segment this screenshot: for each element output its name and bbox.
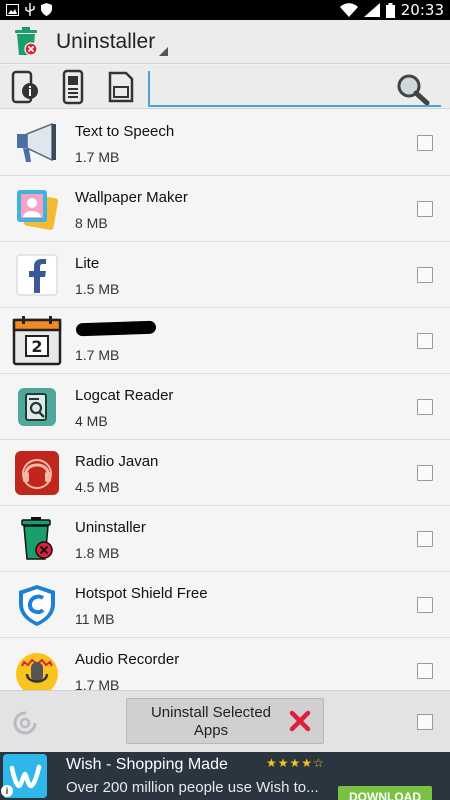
app-list-item[interactable]: Radio Javan 4.5 MB <box>0 440 450 506</box>
app-size: 1.7 MB <box>75 149 120 165</box>
bottom-bar: Uninstall Selected Apps <box>0 690 450 752</box>
calendar-icon: 2 <box>12 316 62 366</box>
phone-apps-icon[interactable] <box>56 69 90 105</box>
trash-icon[interactable] <box>12 27 40 57</box>
shield-icon <box>19 585 55 626</box>
app-size: 1.5 MB <box>75 281 120 297</box>
app-name: Uninstaller <box>75 519 146 536</box>
app-checkbox[interactable] <box>417 135 433 151</box>
shield-icon <box>41 3 52 16</box>
toolbar <box>0 65 450 109</box>
app-name: Logcat Reader <box>75 387 174 404</box>
app-list-item[interactable]: 2 1.7 MB <box>0 308 450 374</box>
app-title[interactable]: Uninstaller <box>56 30 155 54</box>
search-icon[interactable] <box>395 73 431 105</box>
app-name: Hotspot Shield Free <box>75 585 208 602</box>
dropdown-indicator-icon[interactable] <box>159 47 168 56</box>
app-checkbox[interactable] <box>417 399 433 415</box>
app-name: Wallpaper Maker <box>75 189 188 206</box>
app-name: Lite <box>75 255 100 272</box>
search-field[interactable] <box>148 71 441 107</box>
uninstall-label: Uninstall Selected Apps <box>150 704 272 739</box>
app-checkbox[interactable] <box>417 531 433 547</box>
app-size: 11 MB <box>75 611 115 627</box>
app-checkbox[interactable] <box>417 267 433 283</box>
refresh-icon[interactable] <box>12 710 38 736</box>
ad-description: Over 200 million people use Wish to... <box>66 779 319 796</box>
clock: 20:33 <box>400 1 444 19</box>
radio-icon <box>15 451 59 495</box>
app-size: 1.8 MB <box>75 545 120 561</box>
select-all-checkbox[interactable] <box>417 714 433 730</box>
ad-title: Wish - Shopping Made <box>66 756 228 773</box>
status-bar: 20:33 <box>0 0 450 20</box>
app-checkbox[interactable] <box>417 333 433 349</box>
app-checkbox[interactable] <box>417 597 433 613</box>
action-bar: Uninstaller <box>0 20 450 64</box>
app-name: Text to Speech <box>75 123 175 140</box>
ad-rating: ★★★★☆ <box>266 756 325 770</box>
app-list-item[interactable]: Uninstaller 1.8 MB <box>0 506 450 572</box>
app-size: 1.7 MB <box>75 347 120 363</box>
close-icon <box>289 710 311 732</box>
app-size: 4.5 MB <box>75 479 120 495</box>
app-list[interactable]: Text to Speech 1.7 MB Wallpaper Maker 8 … <box>0 110 450 690</box>
app-list-item[interactable]: Hotspot Shield Free 11 MB <box>0 572 450 638</box>
app-size: 4 MB <box>75 413 108 429</box>
microphone-icon <box>16 653 58 690</box>
image-icon <box>6 3 19 16</box>
usb-icon <box>25 3 35 16</box>
app-list-item[interactable]: Wallpaper Maker 8 MB <box>0 176 450 242</box>
ad-download-button[interactable]: DOWNLOAD <box>338 786 432 800</box>
megaphone-icon <box>17 122 56 162</box>
ad-info-icon[interactable]: i <box>1 785 13 797</box>
svg-text:2: 2 <box>31 337 42 356</box>
redacted-app-name <box>75 320 157 337</box>
app-checkbox[interactable] <box>417 663 433 679</box>
app-name: Audio Recorder <box>75 651 180 668</box>
app-name: Radio Javan <box>75 453 159 470</box>
app-size: 8 MB <box>75 215 108 231</box>
app-checkbox[interactable] <box>417 465 433 481</box>
wallpaper-icon <box>17 190 59 230</box>
uninstall-selected-button[interactable]: Uninstall Selected Apps <box>126 698 324 744</box>
logcat-icon <box>18 388 56 426</box>
wifi-icon <box>339 3 358 17</box>
trash-icon <box>21 517 53 560</box>
app-list-item[interactable]: Logcat Reader 4 MB <box>0 374 450 440</box>
app-list-item[interactable]: Lite 1.5 MB <box>0 242 450 308</box>
app-checkbox[interactable] <box>417 201 433 217</box>
phone-info-icon[interactable] <box>8 69 42 105</box>
app-list-item[interactable]: Audio Recorder 1.7 MB <box>0 638 450 690</box>
app-list-item[interactable]: Text to Speech 1.7 MB <box>0 110 450 176</box>
signal-icon <box>363 3 380 17</box>
search-input[interactable] <box>156 75 386 101</box>
facebook-icon <box>16 254 58 296</box>
sd-card-icon[interactable] <box>104 69 138 105</box>
battery-icon <box>385 2 395 18</box>
app-size: 1.7 MB <box>75 677 120 690</box>
ad-banner[interactable]: Wish - Shopping Made ★★★★☆ Over 200 mill… <box>0 752 450 800</box>
